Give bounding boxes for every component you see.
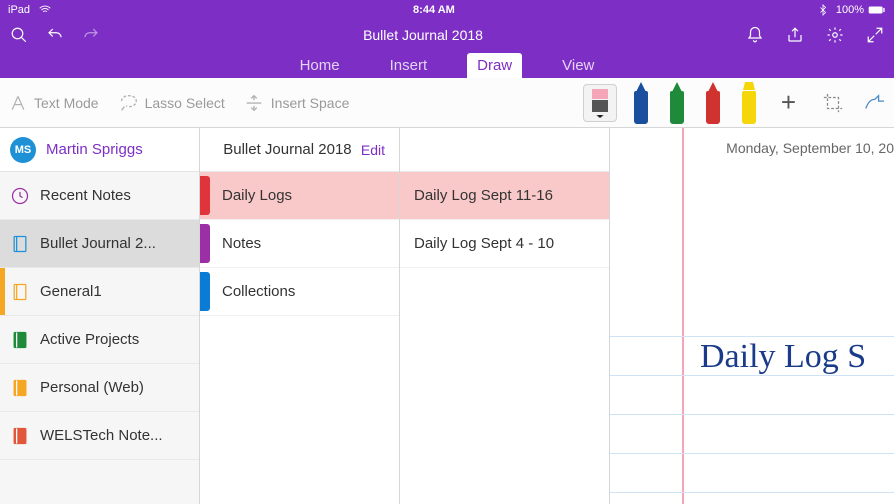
ruled-lines xyxy=(610,298,894,504)
nav-label: Active Projects xyxy=(40,331,139,348)
bell-icon[interactable] xyxy=(746,26,764,44)
book-icon xyxy=(10,330,30,350)
nav-label: General1 xyxy=(40,283,102,300)
tab-view[interactable]: View xyxy=(552,53,604,78)
section-label: Collections xyxy=(222,283,295,300)
tab-insert[interactable]: Insert xyxy=(380,53,438,78)
pen-highlighter[interactable] xyxy=(737,82,761,124)
tab-draw[interactable]: Draw xyxy=(467,53,522,78)
tab-home[interactable]: Home xyxy=(290,53,350,78)
insert-space-button[interactable]: Insert Space xyxy=(243,92,350,114)
nav-recent-notes[interactable]: Recent Notes xyxy=(0,172,199,220)
section-list: Bullet Journal 2018 Edit Daily Logs Note… xyxy=(200,128,400,504)
nav-label: Personal (Web) xyxy=(40,379,144,396)
wifi-icon xyxy=(36,1,54,19)
notebook-personal-web[interactable]: Personal (Web) xyxy=(0,364,199,412)
section-notes[interactable]: Notes xyxy=(200,220,399,268)
text-mode-label: Text Mode xyxy=(34,95,99,111)
notebook-sidebar: MS Martin Spriggs Recent Notes Bullet Jo… xyxy=(0,128,200,504)
draw-toolbar: Text Mode Lasso Select Insert Space + xyxy=(0,78,894,128)
bluetooth-icon xyxy=(814,1,832,19)
status-bar: iPad 8:44 AM 100% xyxy=(0,0,894,20)
notebook-active-projects[interactable]: Active Projects xyxy=(0,316,199,364)
battery-icon xyxy=(868,1,886,19)
gear-icon[interactable] xyxy=(826,26,844,44)
lasso-label: Lasso Select xyxy=(145,95,225,111)
note-canvas[interactable]: Monday, September 10, 20 Daily Log S xyxy=(610,128,894,504)
page-daily-log-sept-11-16[interactable]: Daily Log Sept 11-16 xyxy=(400,172,609,220)
ribbon-tabs: Home Insert Draw View xyxy=(0,50,894,78)
fullscreen-icon[interactable] xyxy=(866,26,884,44)
add-pen-button[interactable]: + xyxy=(773,87,804,118)
user-account-row[interactable]: MS Martin Spriggs xyxy=(0,128,199,172)
device-label: iPad xyxy=(8,4,30,16)
section-label: Notes xyxy=(222,235,261,252)
app-header: Bullet Journal 2018 Home Insert Draw Vie… xyxy=(0,20,894,78)
clock-icon xyxy=(10,186,30,206)
pen-green[interactable] xyxy=(665,82,689,124)
text-mode-button[interactable]: Text Mode xyxy=(8,93,99,113)
insert-space-label: Insert Space xyxy=(271,95,350,111)
page-date: Monday, September 10, 20 xyxy=(646,140,894,156)
book-icon xyxy=(10,378,30,398)
eraser-button[interactable] xyxy=(583,84,617,122)
notebook-general1[interactable]: General1 xyxy=(0,268,199,316)
ink-to-shape-icon[interactable] xyxy=(862,92,886,114)
page-list: Daily Log Sept 11-16 Daily Log Sept 4 - … xyxy=(400,128,610,504)
handwriting-text: Daily Log S xyxy=(700,338,866,376)
status-time: 8:44 AM xyxy=(54,4,814,16)
redo-icon[interactable] xyxy=(82,26,100,44)
nav-label: Recent Notes xyxy=(40,187,131,204)
undo-icon[interactable] xyxy=(46,26,64,44)
nav-label: Bullet Journal 2... xyxy=(40,235,156,252)
avatar: MS xyxy=(10,137,36,163)
pen-gallery: + xyxy=(583,82,804,124)
nav-label: WELSTech Note... xyxy=(40,427,163,444)
user-name: Martin Spriggs xyxy=(46,141,143,158)
search-icon[interactable] xyxy=(10,26,28,44)
section-header: Bullet Journal 2018 Edit xyxy=(200,128,399,172)
book-icon xyxy=(10,234,30,254)
edit-button[interactable]: Edit xyxy=(361,142,385,158)
page-label: Daily Log Sept 4 - 10 xyxy=(414,235,554,252)
pen-red[interactable] xyxy=(701,82,725,124)
section-daily-logs[interactable]: Daily Logs xyxy=(200,172,399,220)
share-icon[interactable] xyxy=(786,26,804,44)
battery-percent: 100% xyxy=(836,4,864,16)
book-icon xyxy=(10,282,30,302)
page-daily-log-sept-4-10[interactable]: Daily Log Sept 4 - 10 xyxy=(400,220,609,268)
main-content: MS Martin Spriggs Recent Notes Bullet Jo… xyxy=(0,128,894,504)
document-title: Bullet Journal 2018 xyxy=(100,27,746,43)
section-title: Bullet Journal 2018 xyxy=(214,141,361,158)
page-label: Daily Log Sept 11-16 xyxy=(414,187,553,204)
crop-icon[interactable] xyxy=(822,92,844,114)
page-list-header xyxy=(400,128,609,172)
notebook-welstech[interactable]: WELSTech Note... xyxy=(0,412,199,460)
notebook-bullet-journal[interactable]: Bullet Journal 2... xyxy=(0,220,199,268)
pen-blue[interactable] xyxy=(629,82,653,124)
section-collections[interactable]: Collections xyxy=(200,268,399,316)
lasso-button[interactable]: Lasso Select xyxy=(117,92,225,114)
book-icon xyxy=(10,426,30,446)
section-label: Daily Logs xyxy=(222,187,292,204)
